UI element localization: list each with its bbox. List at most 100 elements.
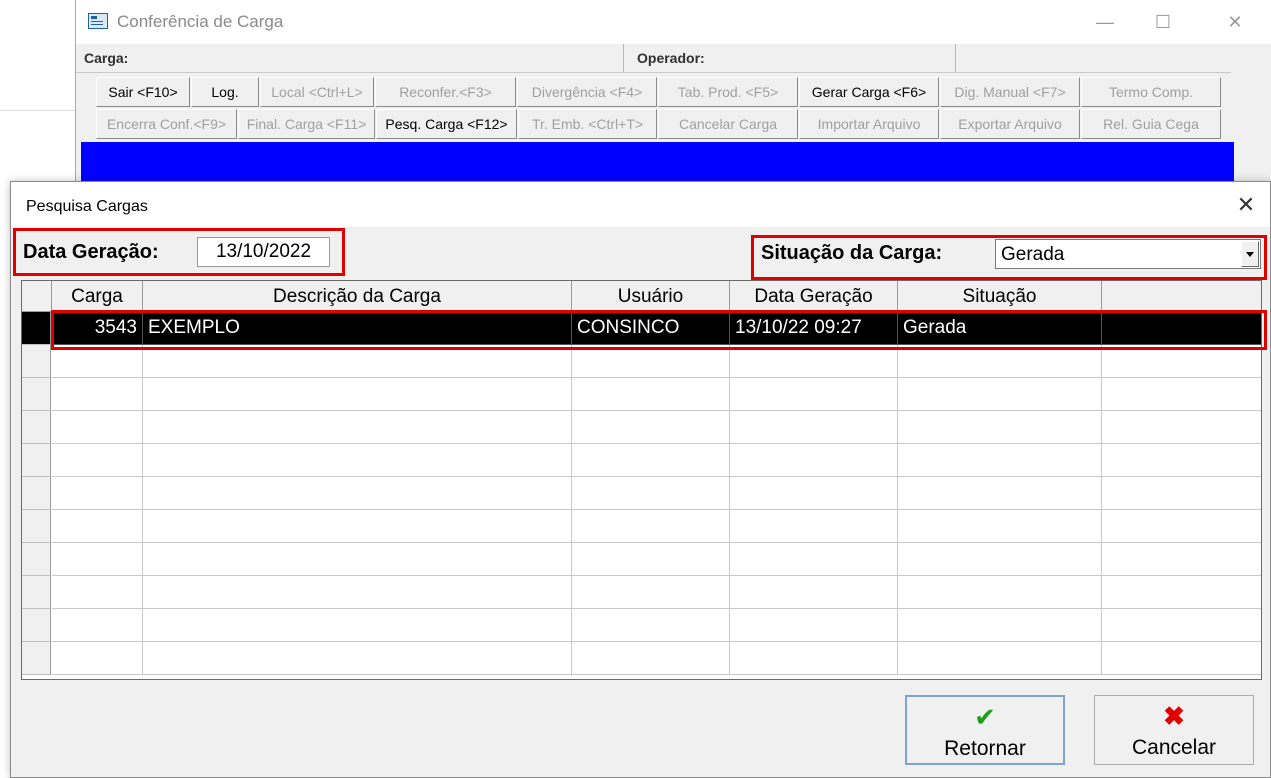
empty-grid-cell[interactable] (143, 576, 572, 609)
carga-label: Carga: (84, 50, 129, 66)
empty-grid-cell[interactable] (52, 411, 143, 444)
empty-grid-cell[interactable] (52, 642, 143, 675)
row-indicator[interactable] (22, 444, 51, 477)
operador-label: Operador: (637, 50, 705, 66)
tr-emb-button[interactable]: Tr. Emb. <Ctrl+T> (518, 109, 657, 139)
empty-grid-cell[interactable] (143, 477, 572, 510)
empty-grid-cell[interactable] (52, 576, 143, 609)
cancelar-button[interactable]: ✖ Cancelar (1094, 695, 1254, 765)
empty-grid-cell[interactable] (143, 642, 572, 675)
empty-grid-cell[interactable] (730, 609, 898, 642)
row-indicator[interactable] (22, 312, 51, 345)
row-indicator[interactable] (22, 576, 51, 609)
dropdown-button[interactable] (1241, 241, 1259, 267)
empty-grid-cell[interactable] (572, 444, 730, 477)
empty-grid-cell[interactable] (143, 378, 572, 411)
empty-grid-cell[interactable] (898, 609, 1102, 642)
maximize-icon[interactable]: ☐ (1143, 8, 1183, 36)
empty-grid-cell[interactable] (572, 411, 730, 444)
log-button[interactable]: Log. (191, 77, 259, 107)
row-indicator[interactable] (22, 345, 51, 378)
empty-grid-cell[interactable] (1102, 444, 1261, 477)
empty-grid-cell[interactable] (898, 411, 1102, 444)
empty-grid-cell[interactable] (898, 642, 1102, 675)
empty-grid-cell[interactable] (1102, 510, 1261, 543)
empty-grid-cell[interactable] (730, 576, 898, 609)
sair-button[interactable]: Sair <F10> (96, 77, 190, 107)
importar-arquivo-button[interactable]: Importar Arquivo (799, 109, 939, 139)
empty-grid-cell[interactable] (898, 576, 1102, 609)
column-header-usuario[interactable]: Usuário (572, 281, 730, 312)
empty-grid-cell[interactable] (1102, 378, 1261, 411)
empty-grid-cell[interactable] (572, 510, 730, 543)
row-indicator[interactable] (22, 411, 51, 444)
empty-grid-cell[interactable] (1102, 411, 1261, 444)
minimize-icon[interactable]: — (1085, 8, 1125, 36)
final-carga-button[interactable]: Final. Carga <F11> (238, 109, 375, 139)
empty-grid-cell[interactable] (572, 477, 730, 510)
empty-grid-cell[interactable] (898, 477, 1102, 510)
situacao-select[interactable]: Gerada (995, 239, 1261, 269)
column-header-data-geracao[interactable]: Data Geração (730, 281, 898, 312)
divergencia-button[interactable]: Divergência <F4> (517, 77, 657, 107)
empty-grid-cell[interactable] (730, 543, 898, 576)
pesquisa-cargas-dialog: Pesquisa Cargas ✕ Data Geração: Situação… (10, 181, 1271, 778)
empty-grid-cell[interactable] (572, 378, 730, 411)
column-header-descricao[interactable]: Descrição da Carga (143, 281, 572, 312)
pesq-carga-button[interactable]: Pesq. Carga <F12> (376, 109, 517, 139)
empty-grid-cell[interactable] (572, 642, 730, 675)
gerar-carga-button[interactable]: Gerar Carga <F6> (799, 77, 939, 107)
empty-grid-cell[interactable] (730, 642, 898, 675)
dialog-title-bar: Pesquisa Cargas ✕ (11, 182, 1270, 227)
empty-grid-cell[interactable] (1102, 642, 1261, 675)
empty-grid-cell[interactable] (1102, 609, 1261, 642)
empty-grid-cell[interactable] (143, 510, 572, 543)
empty-grid-cell[interactable] (52, 510, 143, 543)
empty-grid-cell[interactable] (730, 378, 898, 411)
empty-grid-cell[interactable] (143, 609, 572, 642)
empty-grid-cell[interactable] (52, 477, 143, 510)
empty-grid-cell[interactable] (52, 444, 143, 477)
data-geracao-input[interactable] (197, 237, 330, 267)
empty-grid-cell[interactable] (898, 378, 1102, 411)
local-button[interactable]: Local <Ctrl+L> (260, 77, 374, 107)
empty-grid-cell[interactable] (572, 543, 730, 576)
empty-grid-cell[interactable] (1102, 576, 1261, 609)
empty-grid-cell[interactable] (1102, 543, 1261, 576)
cancelar-carga-button[interactable]: Cancelar Carga (658, 109, 798, 139)
tab-prod-button[interactable]: Tab. Prod. <F5> (658, 77, 798, 107)
empty-grid-cell[interactable] (730, 411, 898, 444)
empty-grid-cell[interactable] (730, 510, 898, 543)
column-header-carga[interactable]: Carga (52, 281, 143, 312)
empty-grid-cell[interactable] (898, 444, 1102, 477)
rel-guia-cega-button[interactable]: Rel. Guia Cega (1081, 109, 1221, 139)
empty-grid-cell[interactable] (898, 543, 1102, 576)
row-indicator[interactable] (22, 609, 51, 642)
empty-grid-cell[interactable] (730, 477, 898, 510)
empty-grid-cell[interactable] (143, 444, 572, 477)
empty-grid-cell[interactable] (52, 543, 143, 576)
column-header-situacao[interactable]: Situação (898, 281, 1102, 312)
termo-comp-button[interactable]: Termo Comp. (1081, 77, 1221, 107)
empty-grid-cell[interactable] (730, 444, 898, 477)
empty-grid-cell[interactable] (52, 378, 143, 411)
reconfer-button[interactable]: Reconfer.<F3> (375, 77, 516, 107)
empty-grid-cell[interactable] (143, 411, 572, 444)
dig-manual-button[interactable]: Dig. Manual <F7> (940, 77, 1080, 107)
empty-grid-cell[interactable] (1102, 477, 1261, 510)
row-indicator[interactable] (22, 378, 51, 411)
exportar-arquivo-button[interactable]: Exportar Arquivo (940, 109, 1080, 139)
empty-grid-cell[interactable] (572, 576, 730, 609)
row-indicator[interactable] (22, 510, 51, 543)
empty-grid-cell[interactable] (572, 609, 730, 642)
dialog-close-icon[interactable]: ✕ (1229, 190, 1263, 220)
row-indicator[interactable] (22, 543, 51, 576)
close-icon[interactable]: ✕ (1215, 8, 1255, 36)
retornar-button[interactable]: ✔ Retornar (905, 695, 1065, 765)
encerra-conf-button[interactable]: Encerra Conf.<F9> (96, 109, 237, 139)
empty-grid-cell[interactable] (143, 543, 572, 576)
empty-grid-cell[interactable] (898, 510, 1102, 543)
empty-grid-cell[interactable] (52, 609, 143, 642)
row-indicator[interactable] (22, 642, 51, 675)
row-indicator[interactable] (22, 477, 51, 510)
